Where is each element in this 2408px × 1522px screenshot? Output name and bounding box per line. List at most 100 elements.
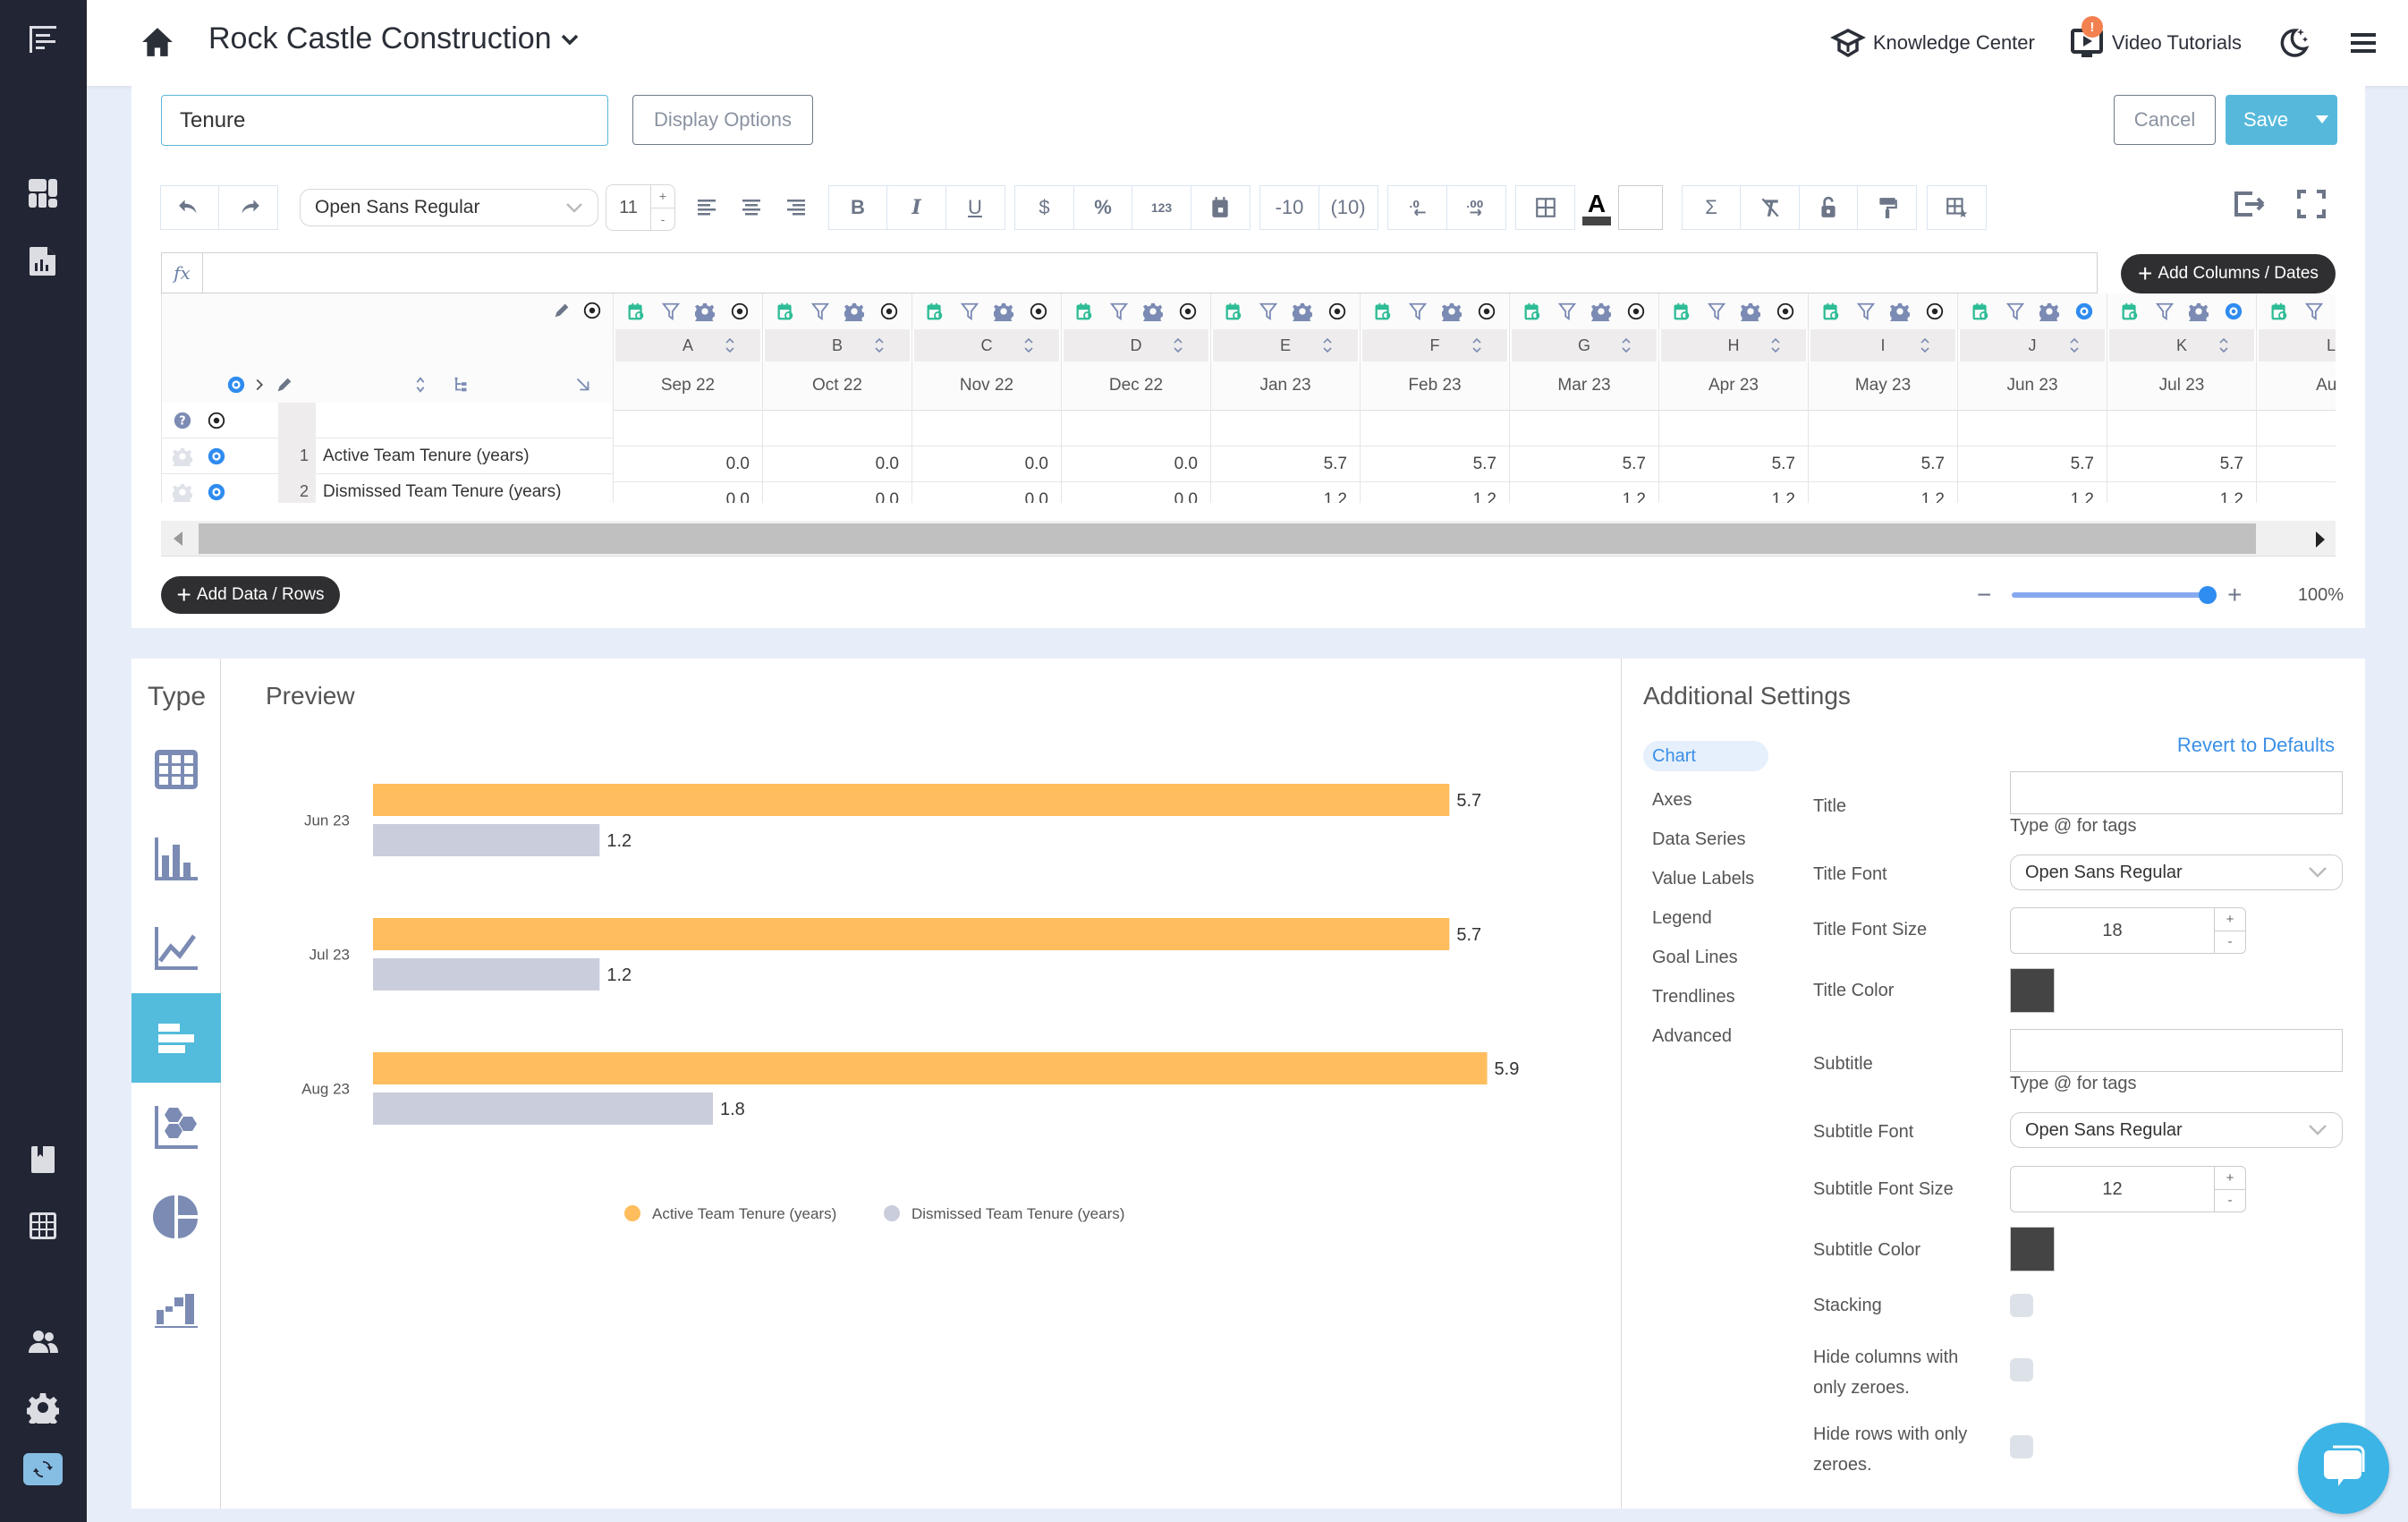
clear-filter-button[interactable] (1740, 185, 1800, 230)
row-label[interactable]: Dismissed Team Tenure (years) (323, 482, 561, 502)
column-date[interactable]: Jul 23 (2107, 361, 2256, 411)
add-columns-button[interactable]: + Add Columns / Dates (2121, 254, 2336, 293)
calendar-refresh-icon[interactable] (1971, 302, 1990, 321)
currency-format-button[interactable]: $ (1014, 185, 1074, 230)
settings-tab-chart[interactable]: Chart (1643, 741, 1768, 771)
column-date[interactable]: Aug (2257, 361, 2336, 411)
grid-cell-blank[interactable] (1211, 411, 1360, 446)
chart-type-bar[interactable] (131, 993, 221, 1083)
grid-cell[interactable]: 1.2 (1659, 482, 1808, 503)
grid-cell[interactable] (2257, 482, 2336, 503)
calendar-refresh-icon[interactable] (1074, 302, 1094, 321)
filter-icon[interactable] (2005, 302, 2025, 321)
column-settings-gear-icon[interactable] (2189, 302, 2209, 321)
grid-cell[interactable]: 0.0 (614, 446, 762, 482)
column-letter[interactable]: C (914, 329, 1059, 361)
column-date[interactable]: Jun 23 (1958, 361, 2107, 411)
column-settings-gear-icon[interactable] (1741, 302, 1761, 321)
column-settings-gear-icon[interactable] (1143, 302, 1164, 321)
filter-icon[interactable] (1408, 302, 1428, 321)
calendar-refresh-icon[interactable] (776, 302, 795, 321)
filter-icon[interactable] (1707, 302, 1726, 321)
row-label[interactable]: Active Team Tenure (years) (323, 446, 530, 466)
column-date[interactable]: Apr 23 (1659, 361, 1808, 411)
decrease-decimals-button[interactable]: .0 (1387, 185, 1447, 230)
table-row[interactable]: 2 Dismissed Team Tenure (years) (162, 473, 614, 503)
company-selector[interactable]: Rock Castle Construction (208, 21, 581, 56)
column-visible-eye-icon[interactable] (2074, 302, 2094, 321)
zoom-slider[interactable] (2012, 586, 2217, 604)
column-sort-icon[interactable] (874, 336, 885, 354)
subtitle-font-size-value[interactable]: 12 (2011, 1167, 2215, 1212)
fullscreen-icon[interactable] (2294, 186, 2329, 222)
bold-button[interactable]: B (827, 185, 888, 230)
grid-cell-blank[interactable] (2257, 411, 2336, 446)
column-eye-icon[interactable] (1178, 302, 1198, 321)
sum-button[interactable]: Σ (1681, 185, 1742, 230)
grid-cell[interactable]: 1.2 (1510, 482, 1658, 503)
chart-type-bubble[interactable] (131, 1083, 221, 1172)
export-icon[interactable] (2231, 186, 2267, 222)
filter-icon[interactable] (810, 302, 830, 321)
column-sort-icon[interactable] (1920, 336, 1930, 354)
filter-icon[interactable] (1557, 302, 1577, 321)
column-date[interactable]: Oct 22 (763, 361, 911, 411)
column-settings-gear-icon[interactable] (1591, 302, 1612, 321)
row-visible-eye-icon[interactable] (207, 446, 226, 466)
title-font-size-decrease[interactable]: - (2215, 931, 2245, 954)
revert-to-defaults-link[interactable]: Revert to Defaults (2177, 734, 2335, 757)
chart-type-line[interactable] (131, 904, 221, 993)
edit-pencil-icon[interactable] (275, 375, 294, 395)
column-sort-icon[interactable] (1173, 336, 1183, 354)
column-letter[interactable]: E (1213, 329, 1358, 361)
column-letter[interactable]: B (765, 329, 910, 361)
display-options-button[interactable]: Display Options (632, 95, 813, 145)
filter-icon[interactable] (2155, 302, 2175, 321)
title-font-size-value[interactable]: 18 (2011, 908, 2215, 953)
subtitle-font-select[interactable]: Open Sans Regular (2010, 1112, 2343, 1148)
format-painter-button[interactable] (1857, 185, 1917, 230)
redo-button[interactable] (218, 185, 278, 230)
column-letter[interactable]: L (2259, 329, 2336, 361)
grid-cell[interactable]: 0.0 (1062, 482, 1210, 503)
calendar-refresh-icon[interactable] (1373, 302, 1393, 321)
grid-cell[interactable]: 5.7 (1958, 446, 2107, 482)
column-date[interactable]: May 23 (1809, 361, 1957, 411)
filter-icon[interactable] (960, 302, 979, 321)
date-format-button[interactable] (1190, 185, 1251, 230)
column-sort-icon[interactable] (1471, 336, 1482, 354)
cancel-button[interactable]: Cancel (2114, 95, 2216, 145)
underline-button[interactable]: U (945, 185, 1005, 230)
column-settings-gear-icon[interactable] (695, 302, 716, 321)
settings-tab-legend[interactable]: Legend (1643, 898, 1777, 938)
title-font-select[interactable]: Open Sans Regular (2010, 855, 2343, 890)
chart-type-waterfall[interactable] (131, 1262, 221, 1351)
align-center-button[interactable] (729, 185, 774, 230)
settings-gear-icon[interactable] (25, 1390, 61, 1425)
column-letter[interactable]: F (1362, 329, 1507, 361)
column-sort-icon[interactable] (1770, 336, 1781, 354)
grid-cell[interactable] (2257, 446, 2336, 482)
grid-cell-blank[interactable] (1361, 411, 1509, 446)
title-input[interactable] (2010, 771, 2343, 814)
grid-cell-blank[interactable] (1062, 411, 1210, 446)
column-eye-icon[interactable] (879, 302, 899, 321)
column-date[interactable]: Mar 23 (1510, 361, 1658, 411)
scroll-left-arrow-icon[interactable] (174, 531, 182, 546)
chart-type-table[interactable] (131, 725, 221, 814)
font-size-increase[interactable]: + (651, 185, 674, 208)
font-family-select[interactable]: Open Sans Regular (300, 189, 598, 226)
grid-cell[interactable]: 1.2 (1958, 482, 2107, 503)
chat-support-button[interactable] (2298, 1423, 2389, 1514)
column-settings-gear-icon[interactable] (1442, 302, 1463, 321)
help-icon[interactable]: ? (173, 411, 192, 430)
dashboard-icon[interactable] (25, 175, 61, 211)
column-eye-icon[interactable] (1477, 302, 1497, 321)
calendar-refresh-icon[interactable] (1821, 302, 1841, 321)
column-letter[interactable]: K (2109, 329, 2254, 361)
grid-cell-blank[interactable] (1510, 411, 1658, 446)
grid-cell[interactable]: 1.2 (1211, 482, 1360, 503)
chevron-right-icon[interactable] (250, 375, 269, 395)
column-settings-gear-icon[interactable] (1293, 302, 1313, 321)
hide-zero-columns-checkbox[interactable] (2010, 1358, 2033, 1382)
